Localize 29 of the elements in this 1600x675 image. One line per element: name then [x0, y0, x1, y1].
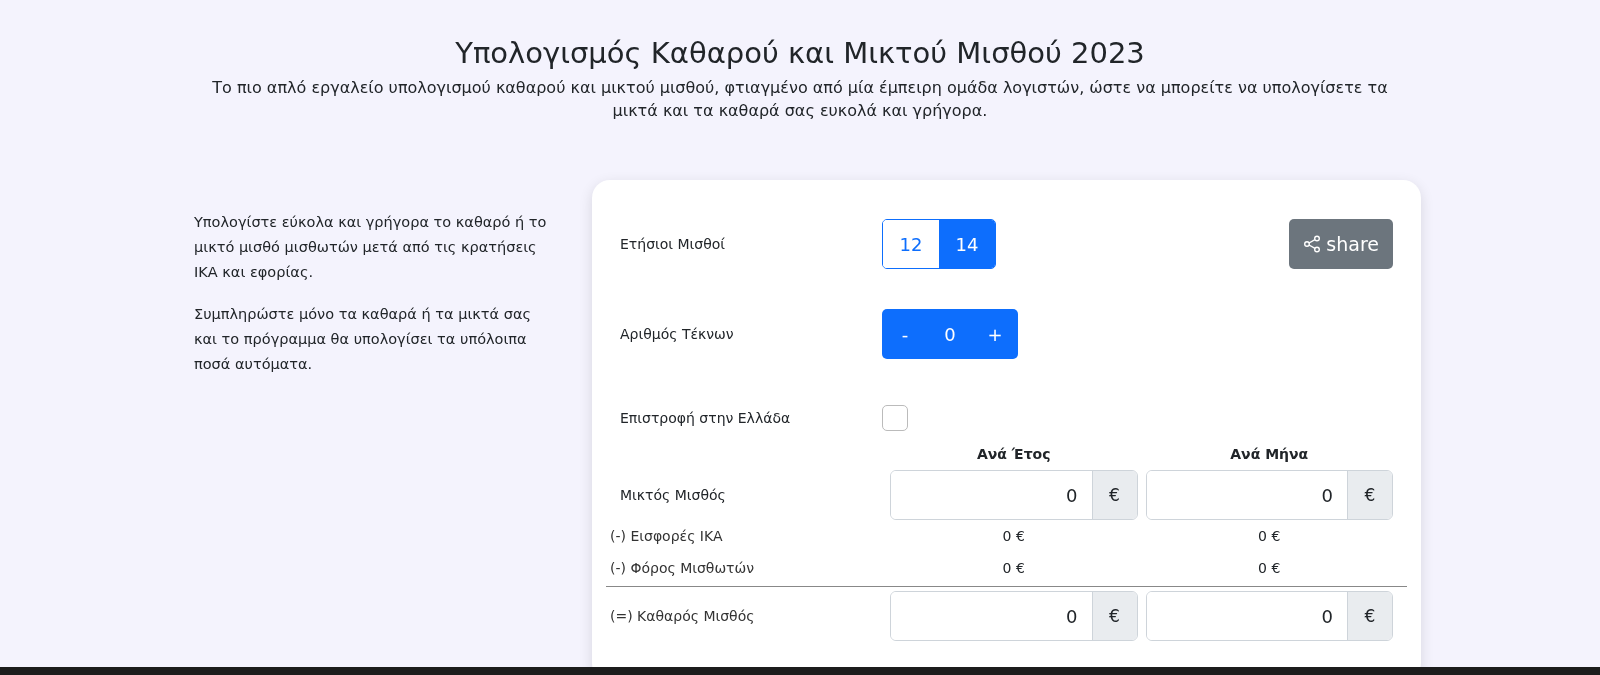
page-subtitle: Το πιο απλό εργαλείο υπολογισμού καθαρού και μικτού μισθού, φτιαγμένο από μία έμπειρη ομάδα λογιστών, ώστε να μπορείτε να υπολογίσετε τα μικτά και τα καθαρά σας ευκολά και γρήγορα. [211, 77, 1389, 122]
share-button[interactable]: share [1289, 219, 1393, 269]
amount-field[interactable]: 0 € [1145, 591, 1393, 641]
share-icon [1303, 235, 1322, 253]
amount-value: 0 € [1001, 559, 1026, 578]
checkbox[interactable] [882, 405, 908, 431]
amount-value: 0 € [1001, 527, 1026, 546]
intro-paragraph: Υπολογίστε εύκολα και γρήγορα το καθαρό ή το μικτό μισθό μισθωτών μετά από τις κρατήσεις ΙΚΑ και εφορίας. [194, 213, 548, 282]
field-label: Αριθμός Τέκνων [620, 326, 735, 342]
amount-field[interactable]: 0 € [890, 591, 1138, 641]
increment-button[interactable]: + [972, 309, 1018, 359]
field-label: Επιστροφή στην Ελλάδα [620, 410, 792, 426]
column-header: Ανά Μήνα [1229, 445, 1310, 464]
amount-value: 0 € [1257, 559, 1282, 578]
field-label: Ετήσιοι Μισθοί [620, 236, 727, 252]
column-header: Ανά Έτος [975, 445, 1052, 464]
amount-field[interactable]: 0 € [890, 470, 1138, 520]
salary-count-toggle[interactable]: 14 [939, 220, 995, 268]
decrement-button[interactable]: - [882, 309, 928, 359]
children-count: 0 [943, 323, 957, 345]
amount-field[interactable]: 0 € [1145, 470, 1393, 520]
row-label: (-) Φόρος Μισθωτών [610, 560, 756, 576]
intro-paragraph: Συμπληρώστε μόνο τα καθαρά ή τα μικτά σας και το πρόγραμμα θα υπολογίσει τα υπόλοιπα ποσά αυτόματα. [194, 305, 532, 374]
amount-value: 0 € [1257, 527, 1282, 546]
row-label: Μικτός Μισθός [620, 487, 727, 503]
children-stepper[interactable]: - 0 + [882, 309, 1018, 359]
row-label: (-) Εισφορές ΙΚΑ [610, 528, 724, 544]
page-title: Υπολογισμός Καθαρού και Μικτού Μισθού 2023 [454, 36, 1146, 70]
row-label: (=) Καθαρός Μισθός [610, 608, 756, 624]
